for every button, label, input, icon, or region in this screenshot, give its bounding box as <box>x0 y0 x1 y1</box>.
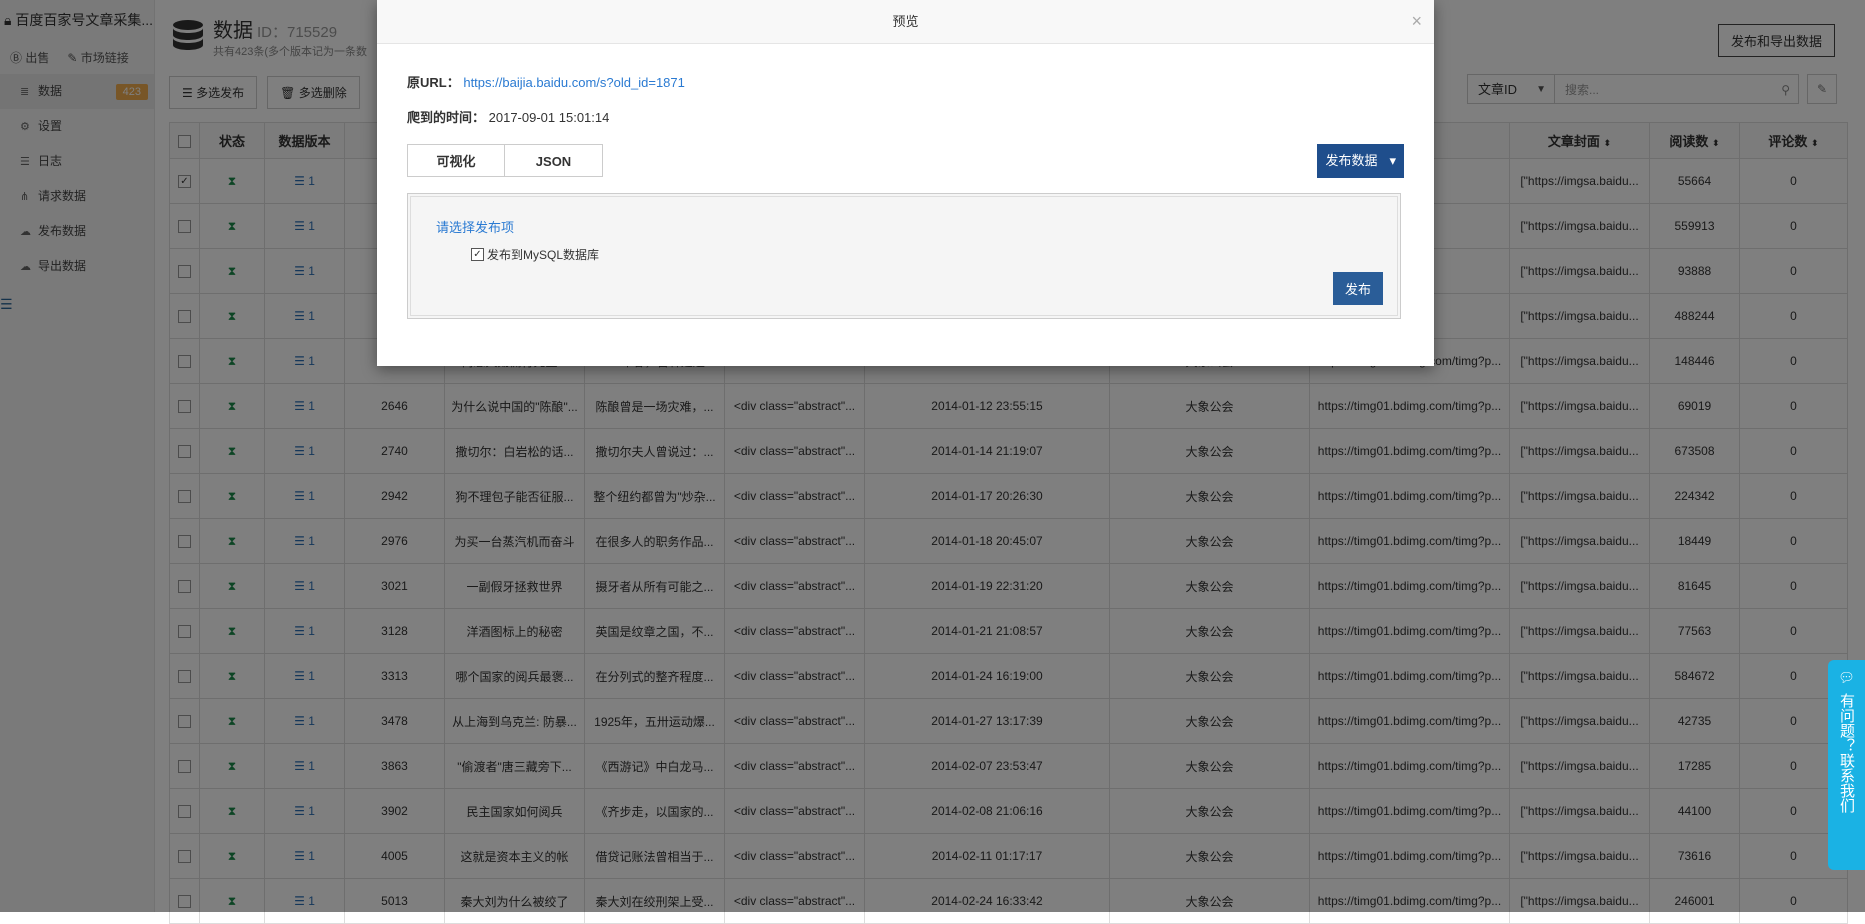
view-tabs: 可视化 JSON <box>407 144 603 177</box>
source-url-row: 原URL： https://baijia.baidu.com/s?old_id=… <box>407 72 685 91</box>
publish-panel: 请选择发布项 ✓ 发布到MySQL数据库 发布 <box>407 193 1401 319</box>
tab-json[interactable]: JSON <box>505 144 603 177</box>
crawl-time-value: 2017-09-01 15:01:14 <box>488 110 610 125</box>
caret-down-icon: ▾ <box>1389 153 1396 168</box>
preview-modal: 预览 × 原URL： https://baijia.baidu.com/s?ol… <box>377 0 1434 366</box>
modal-header: 预览 × <box>377 0 1434 44</box>
publish-panel-inner: 请选择发布项 ✓ 发布到MySQL数据库 发布 <box>410 196 1398 316</box>
source-url-link[interactable]: https://baijia.baidu.com/s?old_id=1871 <box>463 75 685 90</box>
publish-data-dropdown[interactable]: 发布数据 ▾ <box>1317 144 1404 178</box>
crawl-time-row: 爬到的时间： 2017-09-01 15:01:14 <box>407 107 609 126</box>
help-text: 有问题？联系我们 <box>1838 693 1855 813</box>
close-icon[interactable]: × <box>1411 0 1422 43</box>
mysql-checkbox[interactable]: ✓ <box>471 248 484 261</box>
publish-button[interactable]: 发布 <box>1332 272 1383 305</box>
modal-title: 预览 <box>892 14 919 29</box>
chat-icon: 💬︎ <box>1838 670 1855 685</box>
crawl-time-label: 爬到的时间： <box>407 110 486 125</box>
help-widget[interactable]: 💬︎ 有问题？联系我们 <box>1828 660 1865 870</box>
tab-visual[interactable]: 可视化 <box>407 144 505 177</box>
publish-option-mysql[interactable]: ✓ 发布到MySQL数据库 <box>471 246 599 263</box>
source-url-label: 原URL： <box>407 75 460 90</box>
mysql-option-label: 发布到MySQL数据库 <box>487 248 600 262</box>
publish-prompt: 请选择发布项 <box>436 220 515 235</box>
